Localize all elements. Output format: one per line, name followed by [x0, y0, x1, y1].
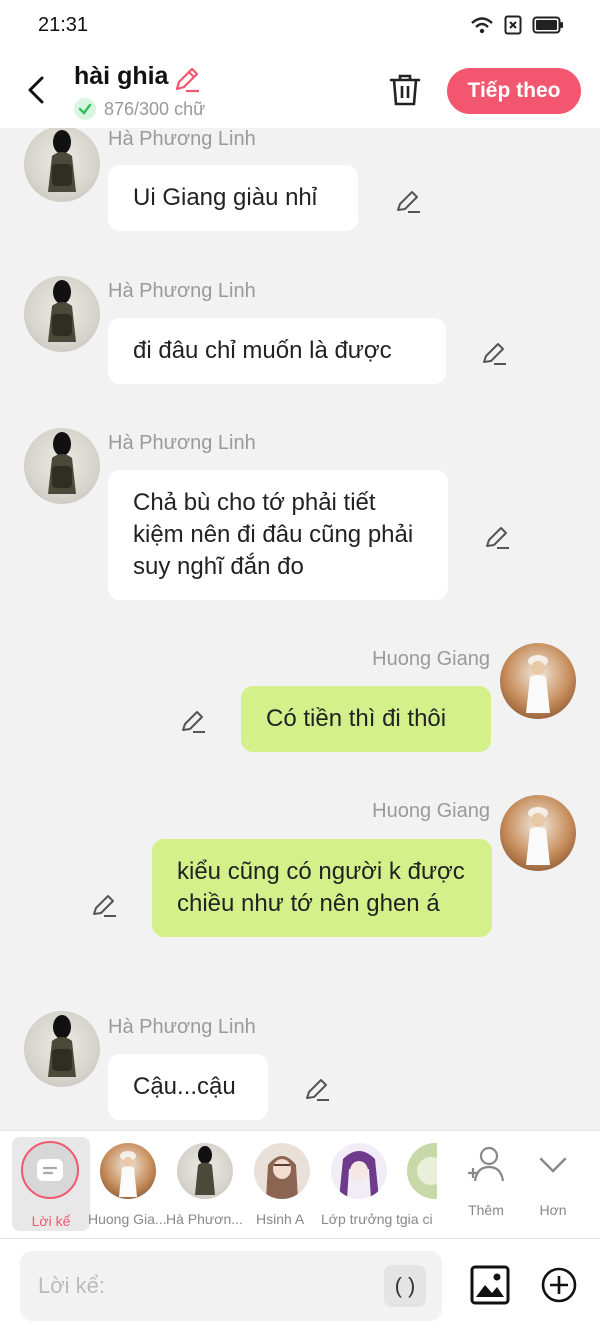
- anime-character-icon: [266, 1156, 298, 1199]
- status-icons: [470, 15, 564, 35]
- message-bubble[interactable]: Chả bù cho tớ phải tiết kiệm nên đi đâu …: [108, 470, 448, 600]
- sender-name: Huong Giang: [372, 648, 490, 670]
- input-bar: Lời kể: ( ): [0, 1238, 600, 1333]
- wifi-icon: [471, 17, 493, 34]
- anime-character-icon: [417, 1157, 437, 1185]
- chevron-down-icon: [539, 1157, 567, 1173]
- message-bubble[interactable]: Có tiền thì đi thôi: [241, 686, 491, 752]
- image-icon[interactable]: [470, 1265, 510, 1305]
- character-label: Lớp trưởng: [321, 1211, 393, 1227]
- sender-name: Hà Phương Linh: [108, 280, 256, 302]
- person-photo-icon: [526, 655, 550, 713]
- message-bubble[interactable]: kiểu cũng có người k được chiều như tớ n…: [152, 839, 492, 937]
- sender-name: Huong Giang: [372, 800, 490, 822]
- edit-message-icon[interactable]: [483, 523, 511, 551]
- person-silhouette-icon: [48, 130, 76, 192]
- next-button[interactable]: Tiếp theo: [447, 68, 581, 114]
- character-avatar-ha-phuong-linh[interactable]: [177, 1143, 233, 1199]
- edit-message-icon[interactable]: [303, 1075, 331, 1103]
- avatar-huong-giang[interactable]: [500, 795, 576, 871]
- collapse-label: Hơn: [539, 1202, 567, 1218]
- avatar-ha-phuong-linh[interactable]: [24, 276, 100, 352]
- person-photo-icon: [526, 807, 550, 865]
- status-time: 21:31: [38, 14, 89, 36]
- character-avatar-lop-truong[interactable]: [331, 1143, 387, 1199]
- message-bubble[interactable]: đi đâu chỉ muốn là được: [108, 318, 446, 384]
- avatar-huong-giang[interactable]: [500, 643, 576, 719]
- avatar-ha-phuong-linh[interactable]: [24, 128, 100, 202]
- add-icon[interactable]: [540, 1266, 578, 1304]
- character-avatar-hsinh-a[interactable]: [254, 1143, 310, 1199]
- chat-area[interactable]: Hà Phương Linh Ui Giang giàu nhỉ Hà Phươ…: [0, 128, 600, 1130]
- message-bubble[interactable]: Cậu...cậu: [108, 1054, 268, 1120]
- back-arrow-icon[interactable]: [22, 70, 52, 110]
- collapse-button[interactable]: Hơn: [523, 1145, 583, 1218]
- narration-icon: [21, 1141, 79, 1199]
- check-icon: [74, 98, 96, 120]
- story-title: hài ghia: [74, 62, 169, 90]
- edit-message-icon[interactable]: [90, 891, 118, 919]
- parentheses-button[interactable]: ( ): [384, 1265, 426, 1307]
- sim-icon: [504, 15, 522, 35]
- avatar-ha-phuong-linh[interactable]: [24, 1011, 100, 1087]
- character-avatar-huong-giang[interactable]: [100, 1143, 156, 1199]
- narration-label: Lời kể: [31, 1213, 71, 1229]
- sender-name: Hà Phương Linh: [108, 1016, 256, 1038]
- character-label: Hà Phươn...: [166, 1211, 243, 1227]
- edit-message-icon[interactable]: [480, 339, 508, 367]
- person-silhouette-icon: [48, 432, 76, 494]
- character-label: tgia ci: [396, 1211, 433, 1227]
- sender-name: Hà Phương Linh: [108, 432, 256, 454]
- message-bubble[interactable]: Ui Giang giàu nhỉ: [108, 165, 358, 231]
- status-bar: 21:31: [0, 0, 600, 52]
- add-person-icon: [468, 1146, 505, 1182]
- edit-message-icon[interactable]: [179, 707, 207, 735]
- char-count-text: 876/300 chữ: [104, 98, 206, 119]
- char-count: 876/300 chữ: [74, 98, 205, 120]
- narration-input[interactable]: Lời kể: ( ): [20, 1251, 442, 1321]
- trash-icon[interactable]: [388, 72, 422, 108]
- character-label: Huong Gia...: [88, 1211, 167, 1227]
- sender-name: Hà Phương Linh: [108, 128, 256, 150]
- anime-character-icon: [339, 1151, 379, 1199]
- character-strip: Lời kể Huong Gia... Hà Phươn... Hsinh A …: [0, 1130, 600, 1238]
- person-photo-icon: [119, 1151, 137, 1197]
- person-silhouette-icon: [48, 1015, 76, 1077]
- narration-selector[interactable]: Lời kể: [12, 1137, 90, 1231]
- battery-icon: [532, 16, 563, 34]
- person-silhouette-icon: [48, 280, 76, 342]
- person-silhouette-icon: [195, 1146, 215, 1195]
- add-character-label: Thêm: [468, 1202, 504, 1218]
- edit-title-icon[interactable]: [172, 64, 202, 94]
- avatar-ha-phuong-linh[interactable]: [24, 428, 100, 504]
- chat-header: hài ghia 876/300 chữ Tiếp theo: [0, 52, 600, 128]
- character-avatar-tgia-ci[interactable]: [407, 1143, 437, 1199]
- input-placeholder: Lời kể:: [38, 1273, 106, 1298]
- add-character-button[interactable]: Thêm: [456, 1145, 516, 1218]
- character-label: Hsinh A: [256, 1211, 305, 1227]
- edit-message-icon[interactable]: [394, 187, 422, 215]
